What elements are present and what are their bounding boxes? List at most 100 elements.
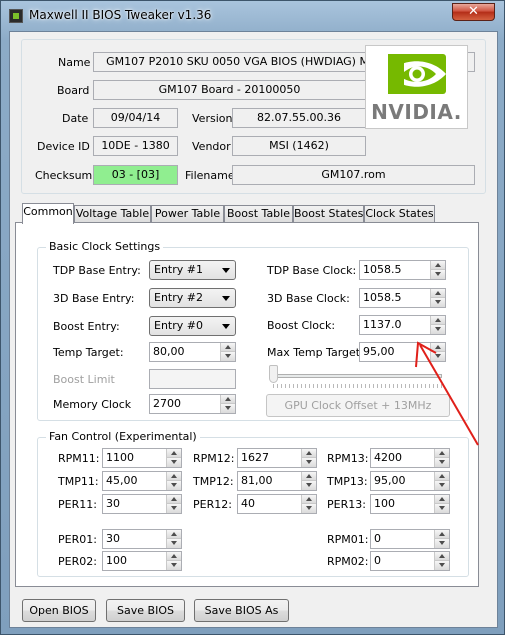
spin-down-icon[interactable]	[430, 298, 445, 307]
memory-clock-input[interactable]: 2700	[149, 394, 236, 414]
tdp-clock-label: TDP Base Clock:	[267, 264, 357, 277]
rpm01-input[interactable]: 0	[370, 529, 450, 549]
rpm13-input[interactable]: 4200	[370, 448, 450, 468]
per01-input[interactable]: 30	[102, 529, 182, 549]
spin-up-icon[interactable]	[166, 530, 181, 539]
spin-up-icon[interactable]	[166, 495, 181, 504]
spin-up-icon[interactable]	[301, 472, 316, 481]
tmp11-spinner[interactable]	[166, 472, 181, 490]
spin-up-icon[interactable]	[430, 289, 445, 298]
per13-label: PER13:	[327, 498, 366, 511]
memory-clock-label: Memory Clock	[53, 398, 132, 411]
title-bar[interactable]: Maxwell II BIOS Tweaker v1.36 ✕	[1, 1, 504, 31]
open-bios-button[interactable]: Open BIOS	[22, 599, 96, 622]
spin-down-icon[interactable]	[434, 458, 449, 467]
clock-offset-slider-thumb[interactable]	[269, 365, 278, 383]
spin-down-icon[interactable]	[166, 539, 181, 548]
close-button[interactable]: ✕	[452, 3, 495, 21]
per01-spinner[interactable]	[166, 530, 181, 548]
rpm13-spinner[interactable]	[434, 449, 449, 467]
per12-input[interactable]: 40	[237, 494, 317, 514]
rpm12-input[interactable]: 1627	[237, 448, 317, 468]
per02-spinner[interactable]	[166, 552, 181, 570]
3d-entry-select[interactable]: Entry #2	[149, 288, 236, 308]
tab-boost-states[interactable]: Boost States	[293, 205, 364, 223]
tab-clock-states[interactable]: Clock States	[364, 205, 435, 223]
tmp12-input[interactable]: 81,00	[237, 471, 317, 491]
tmp13-spinner[interactable]	[434, 472, 449, 490]
spin-down-icon[interactable]	[430, 270, 445, 279]
tab-voltage-table[interactable]: Voltage Table	[74, 205, 151, 223]
spin-up-icon[interactable]	[166, 449, 181, 458]
per11-input[interactable]: 30	[102, 494, 182, 514]
per13-value: 100	[374, 497, 395, 510]
spin-down-icon[interactable]	[434, 561, 449, 570]
tmp11-input[interactable]: 45,00	[102, 471, 182, 491]
spin-up-icon[interactable]	[434, 552, 449, 561]
tdp-entry-select[interactable]: Entry #1	[149, 260, 236, 280]
device-id-field: 10DE - 1380	[93, 136, 178, 156]
spin-up-icon[interactable]	[434, 495, 449, 504]
boost-entry-label: Boost Entry:	[53, 320, 120, 333]
spin-down-icon[interactable]	[301, 458, 316, 467]
spin-down-icon[interactable]	[166, 458, 181, 467]
3d-clock-spinner[interactable]	[430, 289, 445, 307]
tab-power-table[interactable]: Power Table	[151, 205, 224, 223]
3d-entry-label: 3D Base Entry:	[53, 292, 135, 305]
rpm12-spinner[interactable]	[301, 449, 316, 467]
per12-spinner[interactable]	[301, 495, 316, 513]
spin-up-icon[interactable]	[166, 472, 181, 481]
spin-down-icon[interactable]	[166, 561, 181, 570]
spin-down-icon[interactable]	[301, 504, 316, 513]
tab-boost-table[interactable]: Boost Table	[224, 205, 293, 223]
spin-up-icon[interactable]	[220, 395, 235, 404]
rpm01-spinner[interactable]	[434, 530, 449, 548]
3d-clock-input[interactable]: 1058.5	[359, 288, 446, 308]
tmp12-spinner[interactable]	[301, 472, 316, 490]
spin-down-icon[interactable]	[434, 504, 449, 513]
per13-spinner[interactable]	[434, 495, 449, 513]
per01-label: PER01:	[58, 533, 97, 546]
memory-clock-spinner[interactable]	[220, 395, 235, 413]
tmp13-input[interactable]: 95,00	[370, 471, 450, 491]
spin-down-icon[interactable]	[166, 481, 181, 490]
per13-input[interactable]: 100	[370, 494, 450, 514]
boost-clock-value: 1137.0	[363, 318, 402, 331]
tdp-clock-spinner[interactable]	[430, 261, 445, 279]
spin-down-icon[interactable]	[434, 539, 449, 548]
spin-up-icon[interactable]	[301, 449, 316, 458]
temp-target-input[interactable]: 80,00	[149, 342, 236, 362]
name-label: Name	[58, 56, 91, 69]
spin-down-icon[interactable]	[166, 504, 181, 513]
tmp11-value: 45,00	[106, 474, 138, 487]
boost-entry-select[interactable]: Entry #0	[149, 316, 236, 336]
temp-target-spinner[interactable]	[220, 343, 235, 361]
rpm11-input[interactable]: 1100	[102, 448, 182, 468]
spin-up-icon[interactable]	[430, 316, 445, 325]
tmp12-label: TMP12:	[193, 475, 234, 488]
boost-limit-input	[149, 369, 236, 389]
spin-down-icon[interactable]	[434, 481, 449, 490]
spin-up-icon[interactable]	[434, 472, 449, 481]
spin-down-icon[interactable]	[301, 481, 316, 490]
save-bios-as-button[interactable]: Save BIOS As	[194, 599, 289, 622]
per11-spinner[interactable]	[166, 495, 181, 513]
rpm11-spinner[interactable]	[166, 449, 181, 467]
spin-up-icon[interactable]	[301, 495, 316, 504]
save-bios-button[interactable]: Save BIOS	[106, 599, 185, 622]
spin-down-icon[interactable]	[220, 404, 235, 413]
rpm02-spinner[interactable]	[434, 552, 449, 570]
per02-input[interactable]: 100	[102, 551, 182, 571]
spin-up-icon[interactable]	[166, 552, 181, 561]
spin-up-icon[interactable]	[220, 343, 235, 352]
fan-control-title: Fan Control (Experimental)	[46, 430, 200, 443]
tdp-clock-input[interactable]: 1058.5	[359, 260, 446, 280]
per01-value: 30	[106, 532, 120, 545]
spin-down-icon[interactable]	[220, 352, 235, 361]
chevron-down-icon	[222, 268, 230, 273]
date-label: Date	[62, 112, 89, 125]
spin-up-icon[interactable]	[434, 530, 449, 539]
spin-up-icon[interactable]	[430, 261, 445, 270]
tab-common[interactable]: Common	[22, 203, 74, 224]
rpm02-input[interactable]: 0	[370, 551, 450, 571]
